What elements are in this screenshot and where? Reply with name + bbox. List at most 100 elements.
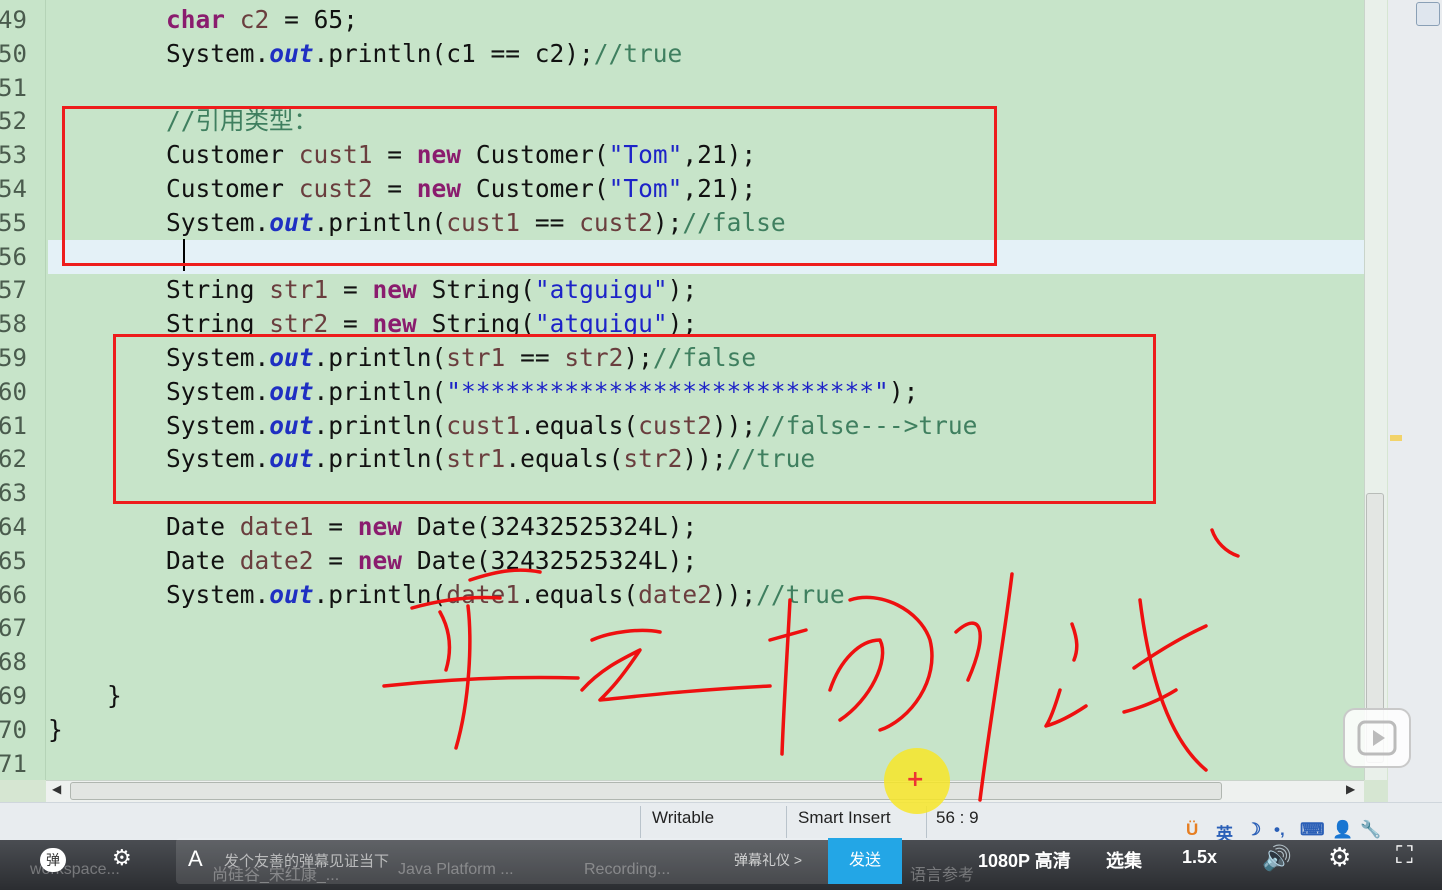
scroll-right-arrow-icon[interactable]: ▶: [1346, 782, 1355, 796]
code-token: ));: [711, 580, 757, 609]
code-token: .equals(: [520, 580, 639, 609]
code-line[interactable]: }: [48, 679, 1364, 713]
outline-view-icon[interactable]: [1416, 2, 1440, 26]
horizontal-scroll-thumb[interactable]: [70, 782, 1222, 800]
code-line[interactable]: System.out.println(c1 == c2);//true: [48, 37, 1364, 71]
line-number[interactable]: 62: [0, 442, 38, 476]
code-line[interactable]: Date date2 = new Date(32432525324L);: [48, 544, 1364, 578]
line-number[interactable]: 51: [0, 71, 38, 105]
line-number[interactable]: 59: [0, 341, 38, 375]
code-token: "atguigu": [534, 275, 668, 304]
speed-selector[interactable]: 1.5x: [1182, 847, 1217, 868]
code-token: .println(: [313, 580, 447, 609]
code-token: String: [48, 275, 270, 304]
code-token: );: [667, 275, 698, 304]
line-number[interactable]: 66: [0, 578, 38, 612]
code-token: System.: [48, 580, 270, 609]
overview-ruler-marker[interactable]: [1390, 435, 1402, 441]
code-token: out: [269, 39, 314, 68]
code-line[interactable]: String str1 = new String("atguigu");: [48, 273, 1364, 307]
code-line[interactable]: [48, 71, 1364, 105]
line-number[interactable]: 52: [0, 104, 38, 138]
code-token: date2: [638, 580, 712, 609]
volume-icon[interactable]: 🔊: [1262, 844, 1292, 873]
play-icon: [1357, 720, 1397, 756]
danmu-font-icon[interactable]: A: [188, 846, 203, 872]
annotation-box-string: [113, 334, 1156, 504]
code-token: new: [372, 275, 417, 304]
episodes-button[interactable]: 选集: [1106, 847, 1142, 873]
line-number[interactable]: 56: [0, 240, 38, 274]
line-number[interactable]: 67: [0, 611, 38, 645]
code-token: date1: [446, 580, 521, 609]
line-number[interactable]: 64: [0, 510, 38, 544]
code-line[interactable]: char c2 = 65;: [48, 3, 1364, 37]
line-number[interactable]: 69: [0, 679, 38, 713]
line-number[interactable]: 54: [0, 172, 38, 206]
line-number[interactable]: 53: [0, 138, 38, 172]
code-token: str1: [269, 275, 329, 304]
code-token: //true: [593, 39, 683, 68]
settings-gear-icon[interactable]: ⚙: [1328, 842, 1351, 873]
code-token: }: [48, 715, 63, 744]
presenter-cursor-crosshair-icon: +: [906, 767, 925, 792]
line-number-gutter: 49 50 51 52 53 54 55 56 57 58 59 60 61 62 63 64 65 66 67 68…: [0, 0, 46, 780]
fullscreen-icon[interactable]: ⛶: [1396, 842, 1413, 870]
code-token: }: [48, 681, 122, 710]
danmu-etiquette-link[interactable]: 弹幕礼仪 >: [734, 850, 802, 870]
quality-selector[interactable]: 1080P 高清: [978, 847, 1071, 873]
code-token: c2: [239, 5, 270, 34]
code-token: char: [166, 5, 226, 34]
play-overlay-button[interactable]: [1343, 708, 1411, 768]
code-token: new: [357, 546, 403, 575]
scroll-left-arrow-icon[interactable]: ◀: [52, 782, 61, 796]
line-number[interactable]: 50: [0, 37, 38, 71]
code-token: System.: [48, 39, 270, 68]
code-token: date2: [239, 546, 314, 575]
code-token: =: [328, 275, 373, 304]
status-writable: Writable: [652, 808, 715, 827]
code-token: new: [357, 512, 403, 541]
code-token: =: [313, 512, 358, 541]
code-token: //true: [756, 580, 845, 609]
code-line[interactable]: System.out.println(date1.equals(date2));…: [48, 578, 1364, 612]
code-token: .println(c1 == c2);: [313, 39, 594, 68]
danmu-toggle-icon[interactable]: 弹: [40, 848, 66, 872]
code-token: Date: [48, 512, 240, 541]
line-number[interactable]: 70: [0, 713, 38, 747]
line-number[interactable]: 71: [0, 747, 38, 780]
line-number[interactable]: 58: [0, 307, 38, 341]
code-token: Date(32432525324L);: [402, 546, 698, 575]
code-token: date1: [239, 512, 314, 541]
line-number[interactable]: 68: [0, 645, 38, 679]
line-number[interactable]: 57: [0, 273, 38, 307]
code-token: String(: [416, 275, 535, 304]
code-line[interactable]: Date date1 = new Date(32432525324L);: [48, 510, 1364, 544]
code-line[interactable]: [48, 747, 1364, 780]
code-token: = 65;: [269, 5, 358, 34]
status-insert-mode: Smart Insert: [798, 808, 891, 827]
code-line[interactable]: [48, 611, 1364, 645]
status-separator: [640, 806, 641, 838]
send-danmu-button[interactable]: 发送: [828, 838, 902, 884]
line-number[interactable]: 65: [0, 544, 38, 578]
right-side-panel: [1388, 0, 1442, 802]
code-token: Date(32432525324L);: [402, 512, 698, 541]
danmu-settings-icon[interactable]: ⚙: [112, 846, 132, 871]
line-number[interactable]: 61: [0, 409, 38, 443]
code-token: out: [269, 580, 314, 609]
code-line[interactable]: }: [48, 713, 1364, 747]
code-token: =: [313, 546, 358, 575]
danmu-input[interactable]: A 发个友善的弹幕见证当下 弹幕礼仪 >: [176, 838, 828, 884]
code-line[interactable]: [48, 645, 1364, 679]
status-separator: [786, 806, 787, 838]
line-number[interactable]: 60: [0, 375, 38, 409]
danmu-input-placeholder: 发个友善的弹幕见证当下: [224, 853, 390, 870]
taskbar-language-ref[interactable]: 语言参考: [910, 861, 974, 885]
line-number[interactable]: 55: [0, 206, 38, 240]
status-cursor-position: 56 : 9: [936, 808, 979, 827]
line-number[interactable]: 49: [0, 3, 38, 37]
line-number[interactable]: 63: [0, 476, 38, 510]
